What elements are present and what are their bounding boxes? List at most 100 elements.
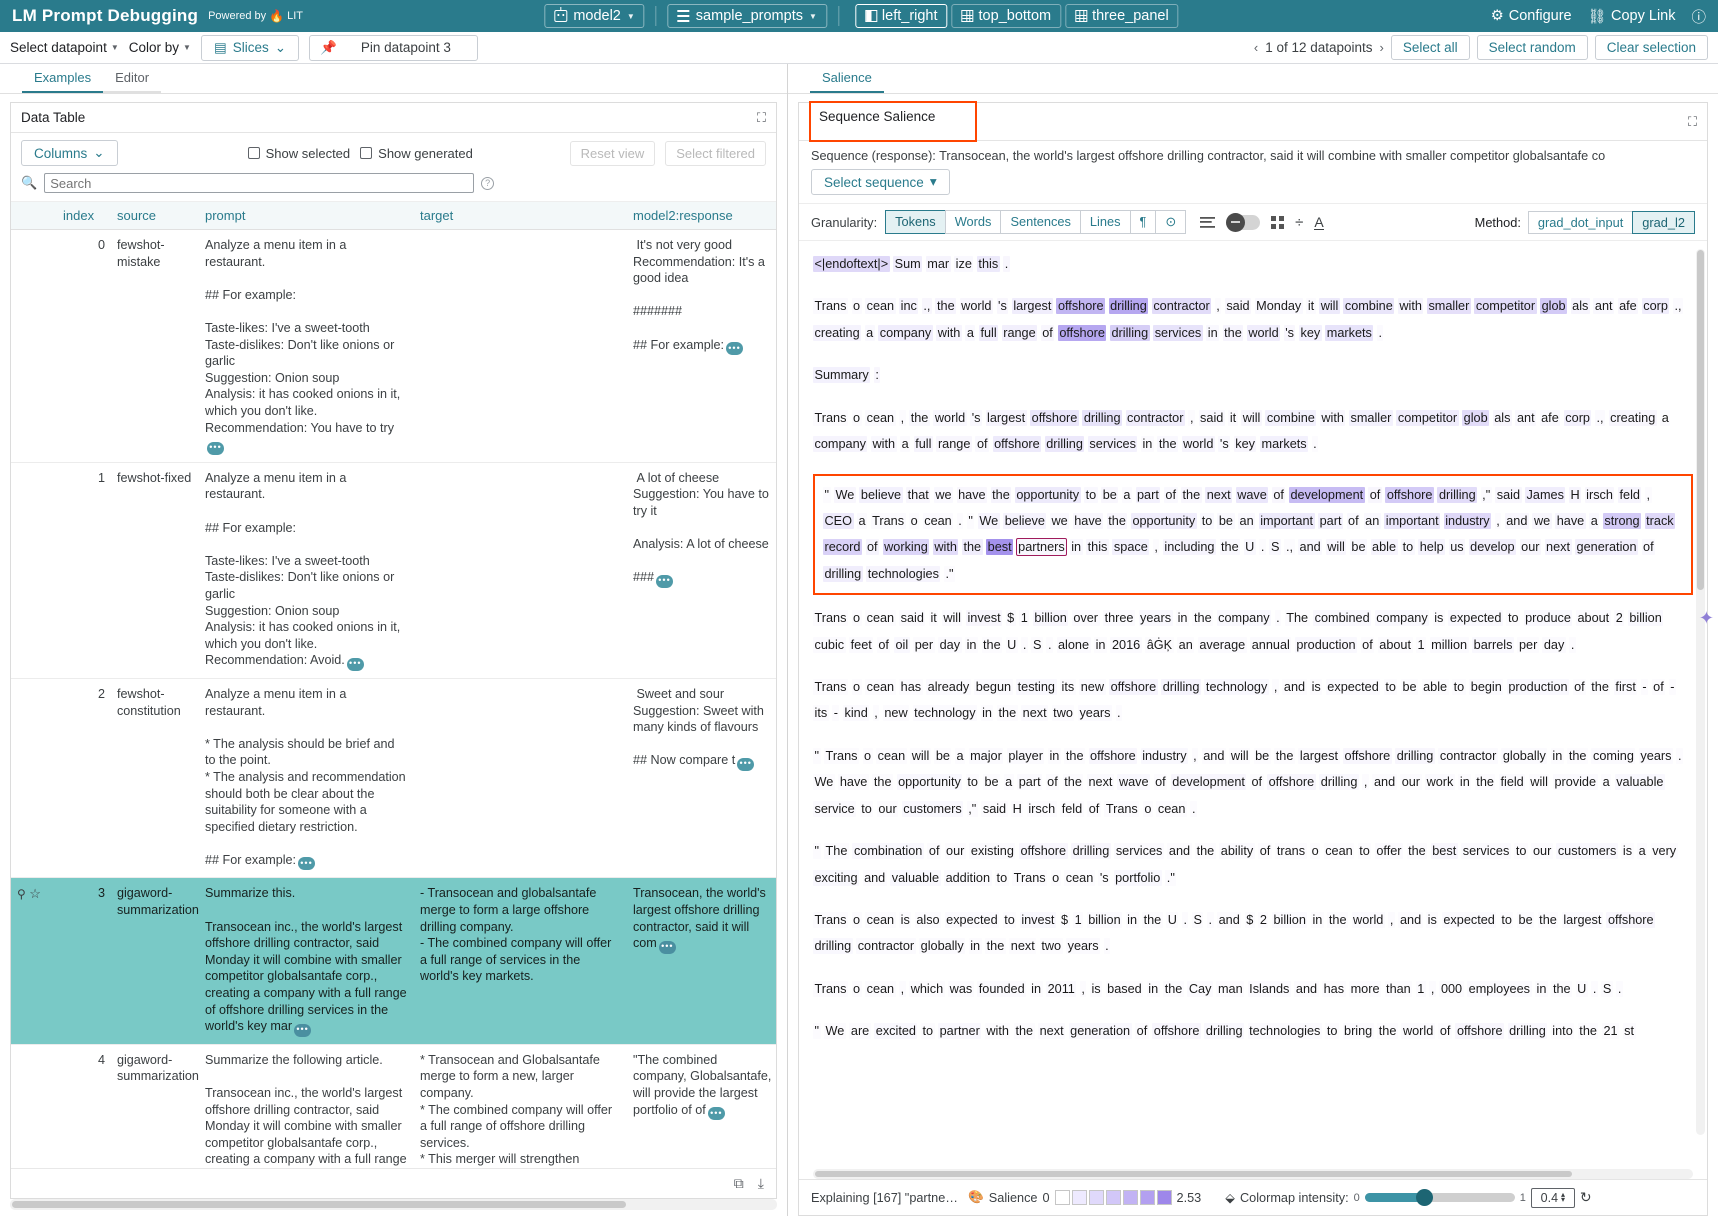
salience-token[interactable]: of xyxy=(1046,774,1060,790)
columns-button[interactable]: Columns ⌄ xyxy=(21,140,118,166)
salience-token[interactable]: Trans xyxy=(1104,801,1139,817)
font-size-icon[interactable]: A xyxy=(1314,215,1323,230)
salience-token[interactable]: drilling xyxy=(813,938,853,954)
salience-token[interactable]: offshore xyxy=(1109,679,1158,695)
granularity-sentences-button[interactable]: Sentences xyxy=(1000,210,1079,234)
salience-token[interactable]: in xyxy=(1094,637,1107,653)
salience-token[interactable]: competitor xyxy=(1474,298,1536,314)
salience-token[interactable]: drilling xyxy=(1161,679,1201,695)
salience-token[interactable]: the xyxy=(935,298,956,314)
salience-token[interactable]: existing xyxy=(969,843,1015,859)
salience-token[interactable]: has xyxy=(1322,981,1345,997)
salience-token[interactable]: world xyxy=(1352,912,1385,928)
pin-datapoint-button[interactable]: 📌 Pin datapoint 3 xyxy=(309,35,478,61)
salience-token[interactable]: a xyxy=(1601,774,1611,790)
salience-token[interactable]: be xyxy=(934,748,951,764)
salience-token[interactable]: , xyxy=(1215,298,1222,314)
salience-token[interactable]: said xyxy=(981,801,1007,817)
salience-token[interactable]: of xyxy=(1258,843,1272,859)
salience-token[interactable]: be xyxy=(1350,539,1367,555)
tab-editor[interactable]: Editor xyxy=(103,66,161,93)
salience-token[interactable]: the xyxy=(1014,1023,1035,1039)
salience-token[interactable]: . xyxy=(1190,801,1197,817)
salience-token[interactable]: cean xyxy=(865,410,896,426)
salience-token[interactable]: offer xyxy=(1375,843,1403,859)
download-icon[interactable]: ⤓ xyxy=(758,1175,764,1192)
salience-token[interactable]: three xyxy=(1103,610,1135,626)
salience-token[interactable]: S xyxy=(1031,637,1042,653)
salience-token[interactable]: next xyxy=(1545,539,1572,555)
table-row[interactable]: 1fewshot-fixedAnalyze a menu item in a r… xyxy=(11,462,776,678)
salience-token[interactable]: with xyxy=(933,539,959,555)
salience-token[interactable]: offshore xyxy=(1455,1023,1504,1039)
salience-token[interactable]: the xyxy=(1192,610,1213,626)
salience-token[interactable]: the xyxy=(1274,748,1295,764)
salience-token[interactable]: . xyxy=(1116,705,1123,721)
salience-token[interactable]: and xyxy=(863,870,887,886)
salience-token[interactable]: glob xyxy=(1462,410,1489,426)
salience-token[interactable]: services xyxy=(1153,325,1203,341)
salience-token[interactable]: valuable xyxy=(1615,774,1665,790)
salience-token[interactable]: - xyxy=(1641,679,1648,695)
salience-token[interactable]: globally xyxy=(919,938,965,954)
salience-token[interactable]: best xyxy=(986,539,1013,555)
salience-token[interactable]: Sum xyxy=(893,256,922,272)
salience-token[interactable]: of xyxy=(1361,637,1375,653)
salience-token[interactable]: next xyxy=(1009,938,1036,954)
salience-token[interactable]: was xyxy=(948,981,974,997)
salience-token[interactable]: H xyxy=(1011,801,1023,817)
salience-token[interactable]: services xyxy=(1088,436,1138,452)
salience-token[interactable]: drilling xyxy=(1395,748,1435,764)
salience-token[interactable]: the xyxy=(1220,539,1241,555)
th-index[interactable]: index xyxy=(57,202,111,230)
salience-token[interactable]: o xyxy=(1143,801,1153,817)
salience-token[interactable]: cean xyxy=(865,610,896,626)
help-icon[interactable]: ⓘ xyxy=(1692,6,1707,27)
salience-token[interactable]: . xyxy=(1259,539,1266,555)
salience-token[interactable]: ., xyxy=(922,298,932,314)
salience-token[interactable]: ant xyxy=(1515,410,1536,426)
salience-token[interactable]: of xyxy=(1135,1023,1149,1039)
salience-token[interactable]: we xyxy=(1050,513,1069,529)
table-row[interactable]: 4gigaword-summarizationSummarize the fol… xyxy=(11,1044,776,1168)
salience-token[interactable]: in xyxy=(1176,610,1189,626)
salience-token[interactable]: annual xyxy=(1250,637,1291,653)
salience-token[interactable]: services xyxy=(1461,843,1511,859)
salience-token[interactable]: cean xyxy=(1156,801,1187,817)
salience-token[interactable]: opportunity xyxy=(1131,513,1197,529)
salience-token[interactable]: produce xyxy=(1524,610,1573,626)
salience-token[interactable]: offshore xyxy=(1152,1023,1201,1039)
salience-token[interactable]: able xyxy=(1422,679,1449,695)
salience-token[interactable]: of xyxy=(1347,513,1361,529)
select-random-button[interactable]: Select random xyxy=(1477,35,1588,60)
salience-token[interactable]: to xyxy=(995,870,1009,886)
salience-token[interactable]: industry xyxy=(1141,748,1188,764)
salience-token[interactable]: service xyxy=(813,801,856,817)
copy-icon[interactable]: ⧉ xyxy=(734,1175,744,1192)
salience-token[interactable]: of xyxy=(1573,679,1587,695)
salience-token[interactable]: begun xyxy=(974,679,1012,695)
salience-token[interactable]: in xyxy=(1311,912,1324,928)
salience-token[interactable]: and xyxy=(1298,539,1322,555)
salience-token[interactable]: will xyxy=(1326,539,1347,555)
granularity-tokens-button[interactable]: Tokens xyxy=(885,210,945,234)
salience-token[interactable]: about xyxy=(1576,610,1611,626)
salience-token[interactable]: than xyxy=(1385,981,1413,997)
salience-token[interactable]: technologies xyxy=(1248,1023,1322,1039)
salience-token[interactable]: company xyxy=(1375,610,1429,626)
salience-token[interactable]: the xyxy=(1142,912,1163,928)
salience-token[interactable]: range xyxy=(936,436,971,452)
salience-token[interactable]: we xyxy=(1532,513,1551,529)
salience-token[interactable]: with xyxy=(1398,298,1424,314)
salience-token[interactable]: billion xyxy=(1087,912,1122,928)
colormap-intensity-slider[interactable] xyxy=(1365,1193,1515,1202)
salience-token[interactable]: feet xyxy=(849,637,873,653)
salience-token[interactable]: combination xyxy=(852,843,923,859)
salience-token[interactable]: a xyxy=(955,748,965,764)
salience-token[interactable]: the xyxy=(1163,981,1184,997)
salience-token[interactable]: S xyxy=(1269,539,1280,555)
salience-token[interactable]: world xyxy=(1247,325,1280,341)
salience-token[interactable]: its xyxy=(813,705,829,721)
salience-token[interactable]: and xyxy=(1282,679,1306,695)
salience-token[interactable]: the xyxy=(1590,679,1611,695)
